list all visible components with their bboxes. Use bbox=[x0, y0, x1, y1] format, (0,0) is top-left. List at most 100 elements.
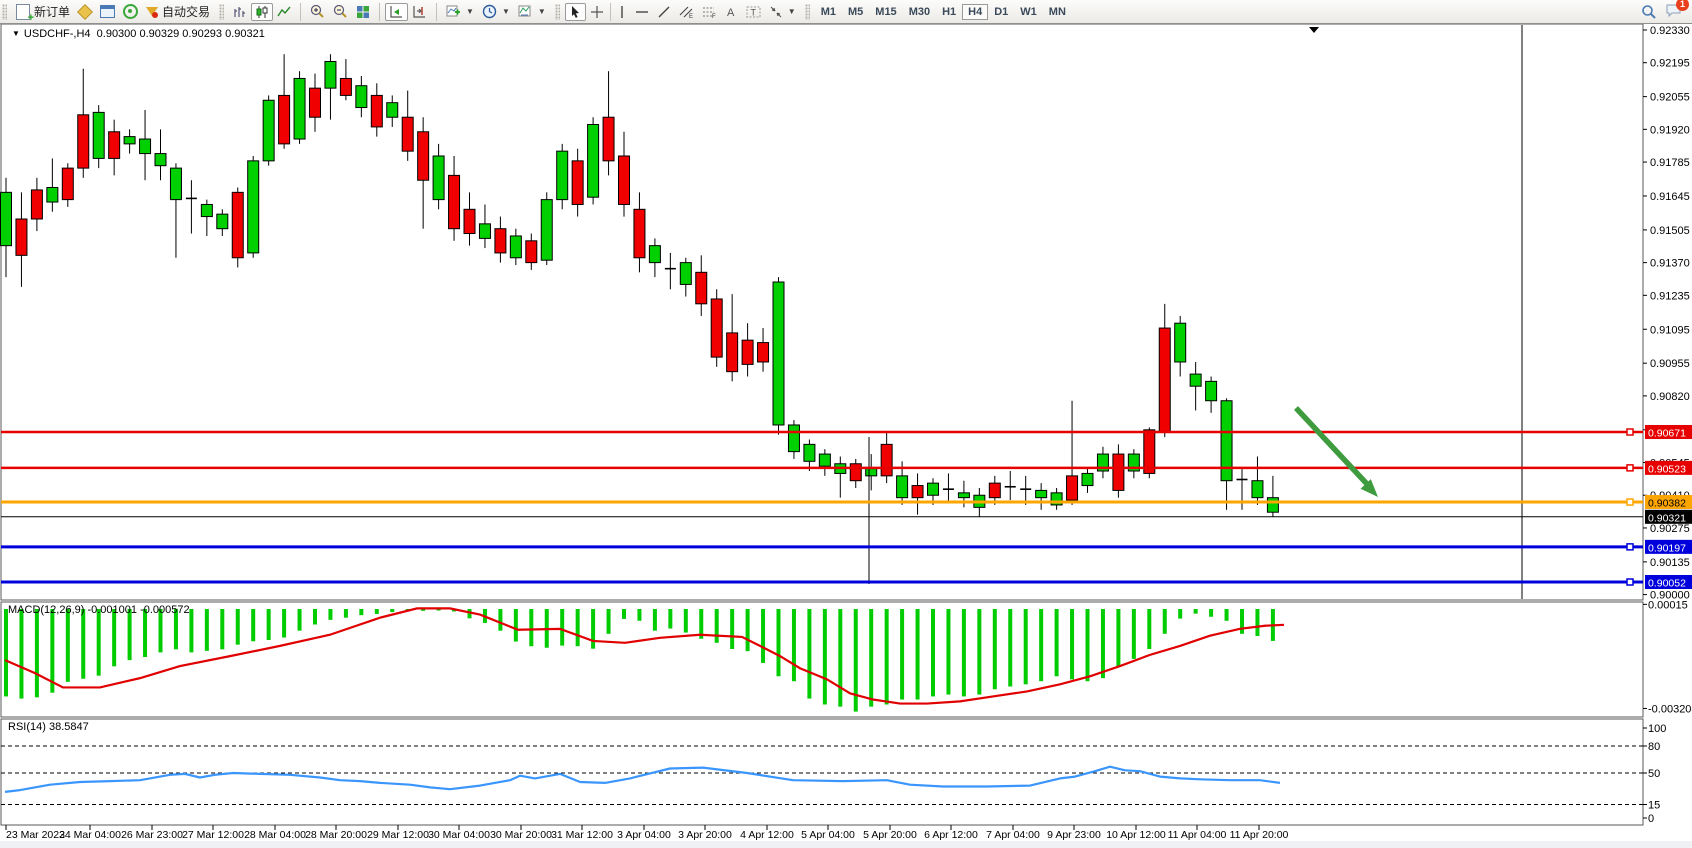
candle bbox=[31, 190, 42, 219]
mt4-terminal: + 新订单 自动交易 bbox=[0, 0, 1692, 848]
timeframe-m1-button[interactable]: M1 bbox=[815, 4, 842, 20]
indicators-button[interactable]: ▼ bbox=[442, 3, 478, 21]
timeframe-mn-button[interactable]: MN bbox=[1043, 4, 1072, 20]
vertical-line-button[interactable] bbox=[613, 3, 631, 21]
vertical-line-icon bbox=[617, 5, 627, 19]
candle bbox=[248, 161, 259, 253]
macd-histogram-bar bbox=[4, 609, 8, 696]
macd-histogram-bar bbox=[1194, 609, 1198, 614]
tile-windows-button[interactable] bbox=[352, 3, 374, 21]
macd-histogram-bar bbox=[560, 609, 564, 646]
cursor-button[interactable] bbox=[565, 3, 586, 21]
templates-button[interactable]: ▼ bbox=[514, 3, 550, 21]
macd-histogram-bar bbox=[66, 609, 70, 682]
timeframe-w1-button[interactable]: W1 bbox=[1014, 4, 1043, 20]
candle bbox=[541, 200, 552, 261]
horizontal-line-icon bbox=[635, 5, 649, 19]
auto-scroll-button[interactable] bbox=[385, 3, 408, 21]
chart-canvas[interactable]: 0.923300.921950.920550.919200.917850.916… bbox=[0, 0, 1692, 848]
candle bbox=[850, 464, 861, 481]
channel-button[interactable]: E bbox=[675, 3, 698, 21]
zoom-in-button[interactable] bbox=[306, 2, 329, 21]
zoom-out-button[interactable] bbox=[329, 2, 352, 21]
line-chart-button[interactable] bbox=[273, 3, 295, 21]
bar-chart-button[interactable] bbox=[229, 3, 251, 21]
line-anchor-handle[interactable] bbox=[1627, 544, 1633, 550]
line-anchor-handle[interactable] bbox=[1627, 429, 1633, 435]
chart-shift-button[interactable] bbox=[408, 3, 431, 21]
line-anchor-handle[interactable] bbox=[1627, 579, 1633, 585]
macd-histogram-bar bbox=[622, 609, 626, 619]
macd-histogram-bar bbox=[838, 609, 842, 707]
line-anchor-handle[interactable] bbox=[1627, 465, 1633, 471]
fibonacci-button[interactable]: F bbox=[698, 3, 721, 21]
svg-text:E: E bbox=[689, 14, 693, 19]
text-label-button[interactable]: T bbox=[742, 3, 765, 21]
new-order-label: 新订单 bbox=[34, 3, 70, 20]
horizontal-line-button[interactable] bbox=[631, 3, 653, 21]
candlestick-button[interactable] bbox=[251, 3, 273, 21]
macd-histogram-bar bbox=[205, 609, 209, 651]
templates-icon bbox=[518, 5, 533, 19]
timeframe-d1-button[interactable]: D1 bbox=[988, 4, 1014, 20]
candle bbox=[170, 168, 181, 200]
macd-histogram-bar bbox=[112, 609, 116, 666]
collapse-triangle-icon[interactable]: ▼ bbox=[12, 29, 20, 38]
metaeditor-icon bbox=[77, 4, 93, 20]
crosshair-button[interactable] bbox=[586, 3, 608, 21]
candle bbox=[912, 486, 923, 498]
candle bbox=[804, 444, 815, 461]
chevron-down-icon: ▼ bbox=[466, 7, 474, 16]
macd-histogram-bar bbox=[993, 609, 997, 689]
macd-histogram-bar bbox=[1178, 609, 1182, 619]
macd-histogram-bar bbox=[977, 609, 981, 695]
macd-histogram-bar bbox=[298, 609, 302, 631]
chat-button[interactable]: 1 bbox=[1665, 3, 1682, 21]
timeframe-m5-button[interactable]: M5 bbox=[842, 4, 869, 20]
macd-histogram-bar bbox=[514, 609, 518, 642]
candle bbox=[201, 204, 212, 216]
notification-badge: 1 bbox=[1676, 0, 1689, 11]
search-icon[interactable] bbox=[1641, 4, 1657, 20]
trendline-button[interactable] bbox=[653, 3, 675, 21]
candle bbox=[1206, 381, 1217, 400]
time-axis-drag-area[interactable] bbox=[0, 826, 1643, 842]
macd-histogram-bar bbox=[591, 609, 595, 649]
periods-button[interactable]: ▼ bbox=[478, 2, 514, 21]
metaeditor-button[interactable] bbox=[74, 3, 96, 21]
candle bbox=[649, 246, 660, 263]
timeframe-m15-button[interactable]: M15 bbox=[869, 4, 902, 20]
candle bbox=[510, 236, 521, 258]
candle bbox=[881, 444, 892, 476]
new-order-icon: + bbox=[16, 4, 30, 20]
macd-histogram-bar bbox=[1132, 609, 1136, 659]
timeframe-h1-button[interactable]: H1 bbox=[936, 4, 962, 20]
candle bbox=[1082, 473, 1093, 485]
signals-button[interactable] bbox=[119, 2, 142, 21]
tile-windows-icon bbox=[356, 5, 370, 19]
toolbar-grip[interactable] bbox=[219, 4, 224, 20]
price-axis-drag-area[interactable] bbox=[1643, 24, 1692, 824]
candle bbox=[1067, 476, 1078, 500]
text-button[interactable]: A bbox=[721, 3, 742, 21]
line-anchor-handle[interactable] bbox=[1627, 499, 1633, 505]
candle bbox=[619, 156, 630, 204]
toolbar-grip[interactable] bbox=[805, 4, 810, 20]
new-order-button[interactable]: + 新订单 bbox=[12, 1, 74, 22]
macd-histogram-bar bbox=[390, 609, 394, 612]
timeframe-m30-button[interactable]: M30 bbox=[903, 4, 936, 20]
candle bbox=[897, 476, 908, 498]
candle bbox=[742, 340, 753, 364]
candle bbox=[866, 469, 877, 476]
timeframe-h4-button[interactable]: H4 bbox=[962, 4, 988, 20]
toolbar-grip[interactable] bbox=[555, 4, 560, 20]
new-chart-button[interactable] bbox=[96, 3, 119, 20]
macd-histogram-bar bbox=[19, 609, 23, 699]
toolbar-grip[interactable] bbox=[2, 4, 7, 20]
zoom-out-icon bbox=[333, 4, 348, 19]
autotrading-button[interactable]: 自动交易 bbox=[142, 1, 214, 22]
timeframe-group: M1M5M15M30H1H4D1W1MN bbox=[812, 0, 1075, 23]
arrows-button[interactable]: ▼ bbox=[765, 3, 800, 21]
zoom-in-icon bbox=[310, 4, 325, 19]
candle bbox=[1267, 498, 1278, 513]
